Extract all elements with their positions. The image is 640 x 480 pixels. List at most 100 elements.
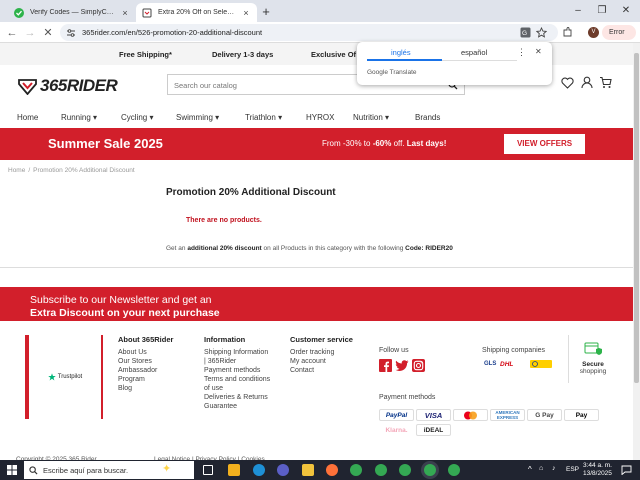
simplycodes-favicon-icon [14,7,24,18]
extensions-icon[interactable] [562,27,573,38]
stop-loading-icon[interactable]: ✕ [40,25,56,41]
search-highlight-icon: ✦ [162,463,172,475]
task-view-icon[interactable] [203,465,213,475]
dhl-logo: DHL [500,361,514,368]
volume-icon[interactable]: ♪ [552,465,556,472]
chevron-down-icon: ▾ [215,113,220,122]
amex-logo: AMERICAN EXPRESS [490,409,525,421]
svg-text:G: G [522,30,527,37]
main-nav: Home Running ▾ Cycling ▾ Swimming ▾ Tria… [0,108,640,128]
edge-icon[interactable] [253,464,265,476]
translate-icon[interactable]: G [520,27,531,38]
tray-chevron-icon[interactable]: ^ [528,465,532,474]
forward-arrow-icon[interactable]: → [22,25,38,41]
tab-title: Extra 20% Off on Selected Runn [158,9,237,16]
trustpilot-label: Trustpilot [57,374,83,380]
chrome-icon[interactable] [448,464,460,476]
footer-link-our-stores[interactable]: Our Stores [118,357,173,366]
newsletter-banner[interactable]: Subscribe to our Newsletter and get an E… [0,287,633,321]
footer-link-blog[interactable]: Blog [118,384,173,393]
chevron-down-icon: ▾ [278,113,283,122]
breadcrumb: Home / Promotion 20% Additional Discount [8,167,135,174]
view-offers-button[interactable]: VIEW OFFERS [504,134,585,154]
nav-item-brands[interactable]: Brands [415,113,440,122]
chrome-icon[interactable] [375,464,387,476]
scrollbar-thumb[interactable] [634,53,639,383]
nav-item-hyrox[interactable]: HYROX [306,113,334,122]
footer-link-contact[interactable]: Contact [290,366,353,375]
twitter-icon[interactable] [395,359,409,372]
tab-extra-20-off[interactable]: Extra 20% Off on Selected Runn × [136,3,257,22]
taskbar-app-icon[interactable] [228,464,240,476]
search-placeholder: Search our catalog [174,81,237,90]
page-scrollbar[interactable] [633,43,640,460]
nav-item-running[interactable]: Running ▾ [61,113,97,122]
maximize-icon[interactable]: ❐ [590,3,614,19]
footer-link-order-tracking[interactable]: Order tracking [290,348,353,357]
no-products-message: There are no products. [186,217,262,224]
tab-close-icon[interactable]: × [241,8,251,18]
bookmark-star-icon[interactable] [536,27,547,38]
error-button[interactable]: Error [602,25,636,40]
nav-item-swimming[interactable]: Swimming ▾ [176,113,219,122]
footer-col-title: Information [204,335,246,344]
newsletter-line1: Subscribe to our Newsletter and get an [30,294,212,306]
footer-link-payment[interactable]: Payment methods [204,366,270,375]
file-explorer-icon[interactable] [302,464,314,476]
windows-taskbar: Escribe aquí para buscar. ✦ ^ ⌂ ♪ ESP 3:… [0,460,640,480]
site-logo[interactable]: 365RIDER [18,76,118,96]
translate-source-lang[interactable]: inglés [391,48,411,57]
address-bar[interactable]: 365rider.com/en/526-promotion-20-additio… [60,24,558,41]
search-icon [29,465,38,475]
footer-link-about-us[interactable]: About Us [118,348,173,357]
chrome-icon[interactable] [350,464,362,476]
nav-item-nutrition[interactable]: Nutrition ▾ [353,113,389,122]
chrome-icon[interactable] [399,464,411,476]
media-player-icon[interactable] [277,464,289,476]
input-language[interactable]: ESP [566,466,579,473]
new-tab-icon[interactable]: + [259,5,273,19]
translate-target-lang[interactable]: español [461,48,487,57]
footer-col-information: Information Shipping Information | 365Ri… [204,335,270,411]
nav-item-home[interactable]: Home [17,113,38,122]
footer-link-guarantee[interactable]: Guarantee [204,402,270,411]
close-window-icon[interactable]: ✕ [614,3,638,19]
footer-link-deliveries[interactable]: Deliveries & Returns [204,393,270,402]
footer-link-program[interactable]: Program [118,375,173,384]
taskbar-clock[interactable]: 3:44 a. m. 13/8/2025 [583,462,612,478]
wishlist-heart-icon[interactable] [561,77,574,89]
minimize-icon[interactable]: – [566,3,590,19]
secure-line1: Secure [582,361,604,368]
facebook-icon[interactable] [379,359,392,372]
footer-link-shipping-info-2[interactable]: | 365Rider [204,357,270,366]
footer-link-terms[interactable]: Terms and conditions [204,375,270,384]
more-options-icon[interactable]: ⋮ [517,47,526,58]
tab-close-icon[interactable]: × [120,8,130,18]
profile-avatar[interactable]: V [588,27,599,38]
nav-item-triathlon[interactable]: Triathlon ▾ [245,113,282,122]
network-icon[interactable]: ⌂ [539,465,543,472]
chrome-icon-active[interactable] [424,464,436,476]
footer-link-terms-2[interactable]: of use [204,384,270,393]
footer-link-shipping-info[interactable]: Shipping Information [204,348,270,357]
trustpilot-box[interactable]: Trustpilot [25,335,103,419]
site-info-icon[interactable] [66,28,76,38]
nav-item-cycling[interactable]: Cycling ▾ [121,113,153,122]
footer-link-my-account[interactable]: My account [290,357,353,366]
footer-link-ambassador[interactable]: Ambassador [118,366,173,375]
mastercard-icon [464,411,477,419]
windows-start-icon[interactable] [7,465,17,475]
instagram-icon[interactable] [412,359,425,372]
account-user-icon[interactable] [581,76,593,89]
trustpilot-star-icon [48,373,56,381]
cart-icon[interactable] [599,76,612,89]
firefox-icon[interactable] [326,464,338,476]
url-text: 365rider.com/en/526-promotion-20-additio… [82,28,263,37]
nav-item-label: Nutrition [353,113,383,122]
secure-shopping-label: Secure shopping [578,361,608,375]
breadcrumb-home[interactable]: Home [8,167,25,174]
notifications-icon[interactable] [621,465,632,475]
close-popup-icon[interactable]: ✕ [535,47,542,56]
back-arrow-icon[interactable]: ← [4,25,20,41]
tab-verify-codes[interactable]: Verify Codes — SimplyCodes × [8,3,136,22]
